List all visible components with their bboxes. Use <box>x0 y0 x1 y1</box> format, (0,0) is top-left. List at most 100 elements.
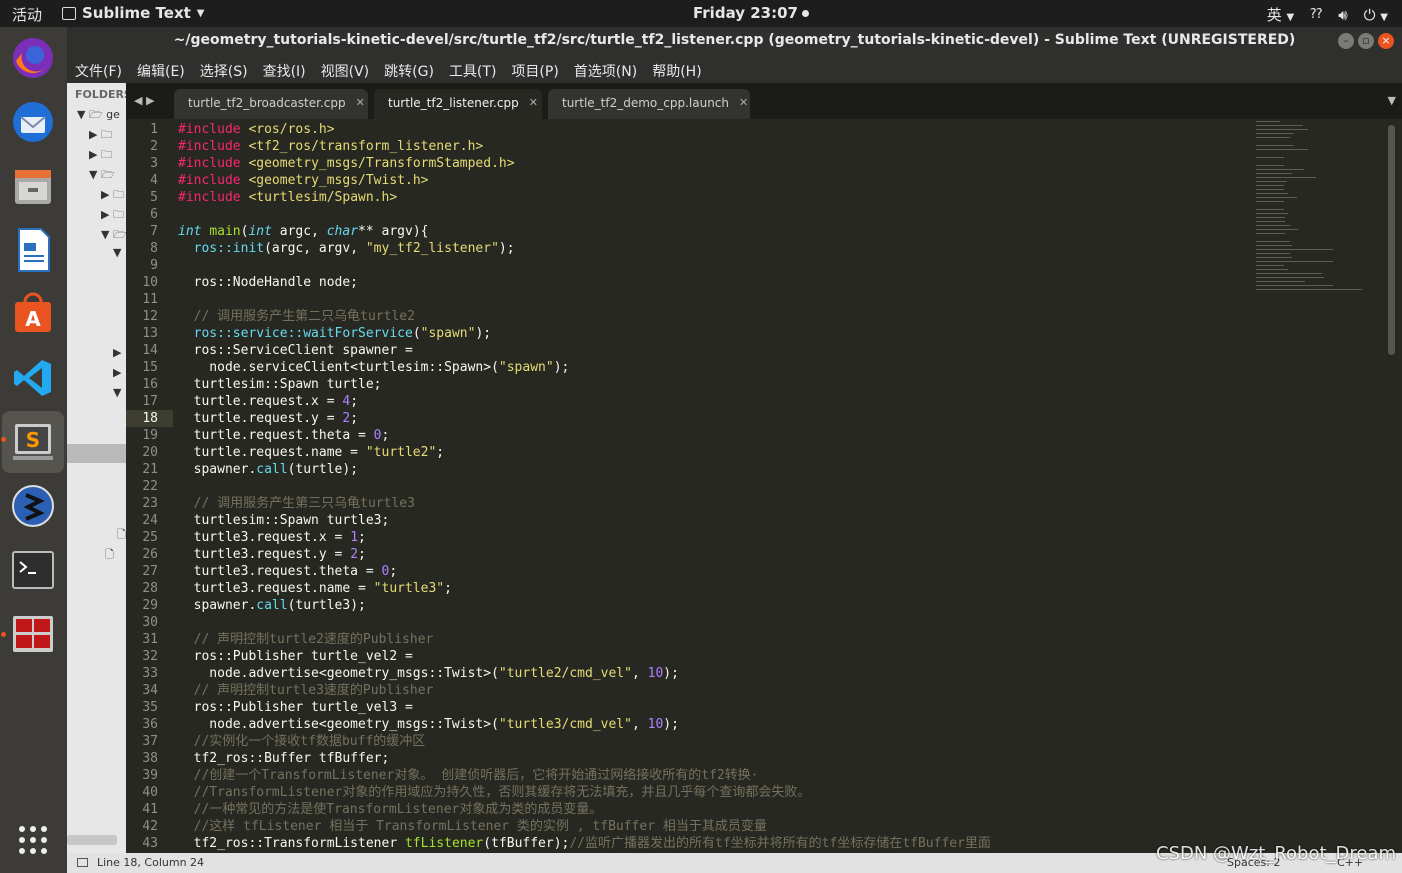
code-line[interactable]: node.serviceClient<turtlesim::Spawn>("sp… <box>178 359 569 376</box>
code-line[interactable]: ros::Publisher turtle_vel2 = <box>178 648 413 665</box>
code-line[interactable]: #include <ros/ros.h> <box>178 121 335 138</box>
code-line[interactable]: node.advertise<geometry_msgs::Twist>("tu… <box>178 716 679 733</box>
sidebar-folder[interactable]: ▼ <box>113 386 121 399</box>
file-icon[interactable]: 🗋 <box>117 526 126 545</box>
code-line[interactable]: turtle3.request.theta = 0; <box>178 563 398 580</box>
code-token: char <box>326 224 359 239</box>
code-line[interactable]: #include <geometry_msgs/Twist.h> <box>178 172 428 189</box>
file-icon[interactable]: 🗋 <box>105 546 114 565</box>
sidebar-folder[interactable]: ▶ 🗀 <box>101 186 124 205</box>
code-line[interactable]: turtle.request.x = 4; <box>178 393 358 410</box>
code-line[interactable]: #include <tf2_ros/transform_listener.h> <box>178 138 483 155</box>
sidebar-folder[interactable]: ▼ <box>113 246 121 259</box>
menu-help[interactable]: 帮助(H) <box>652 55 708 83</box>
code-line[interactable]: turtle3.request.y = 2; <box>178 546 366 563</box>
code-line[interactable]: //一种常见的方法是使TransformListener对象成为类的成员变量。 <box>178 801 603 818</box>
menu-tools[interactable]: 工具(T) <box>449 55 503 83</box>
code-line[interactable]: // 声明控制turtle2速度的Publisher <box>178 631 434 648</box>
minimap[interactable] <box>1256 121 1386 301</box>
close-icon[interactable]: ✕ <box>739 96 748 112</box>
sublime-text-dock-icon[interactable]: S <box>2 411 64 473</box>
minimize-button[interactable]: – <box>1338 33 1354 49</box>
code-line[interactable]: // 声明控制turtle3速度的Publisher <box>178 682 434 699</box>
sidebar-folder[interactable]: ▼ 🗁 <box>89 166 115 185</box>
code-line[interactable]: node.advertise<geometry_msgs::Twist>("tu… <box>178 665 679 682</box>
code-line[interactable]: ros::init(argc, argv, "my_tf2_listener")… <box>178 240 515 257</box>
activities-button[interactable]: 活动 <box>12 4 42 25</box>
code-line[interactable]: spawner.call(turtle); <box>178 461 358 478</box>
panel-toggle-icon[interactable] <box>77 858 88 867</box>
code-line[interactable]: turtle3.request.name = "turtle3"; <box>178 580 452 597</box>
terminator-icon[interactable] <box>8 609 58 659</box>
files-icon[interactable] <box>8 161 58 211</box>
remote-desktop-icon[interactable] <box>8 481 58 531</box>
code-line[interactable]: tf2_ros::Buffer tfBuffer; <box>178 750 390 767</box>
code-line[interactable]: //实例化一个接收tf数据buff的缓冲区 <box>178 733 426 750</box>
code-line[interactable]: tf2_ros::TransformListener tfListener(tf… <box>178 835 991 852</box>
code-line[interactable]: turtlesim::Spawn turtle; <box>178 376 382 393</box>
sidebar-item-root[interactable]: ▼ 🗁 ge <box>77 106 120 125</box>
menu-goto[interactable]: 跳转(G) <box>384 55 441 83</box>
maximize-button[interactable]: ▫ <box>1358 33 1374 49</box>
menu-selection[interactable]: 选择(S) <box>200 55 255 83</box>
code-line[interactable]: //这样 tfListener 相当于 TransformListener 类的… <box>178 818 767 835</box>
network-icon[interactable]: ⁇ <box>1310 7 1322 22</box>
menu-project[interactable]: 项目(P) <box>511 55 565 83</box>
sidebar-selected-item[interactable] <box>67 444 126 463</box>
app-menu[interactable]: Sublime Text ▼ <box>62 4 205 22</box>
code-line[interactable]: turtle3.request.x = 1; <box>178 529 366 546</box>
menu-find[interactable]: 查找(I) <box>263 55 313 83</box>
code-editor[interactable]: 1 2 3 4 5 6 7 8 9 10 11 12 13 14 15 16 17 18 19 20 21 22 23 24 2… <box>126 119 1402 853</box>
menu-file[interactable]: 文件(F) <box>75 55 129 83</box>
vscode-icon[interactable] <box>8 353 58 403</box>
menu-preferences[interactable]: 首选项(N) <box>574 55 644 83</box>
tab-broadcaster[interactable]: turtle_tf2_broadcaster.cpp ✕ <box>174 89 368 119</box>
sidebar-folder[interactable]: ▶ 🗀 <box>89 146 112 165</box>
code-line[interactable]: #include <turtlesim/Spawn.h> <box>178 189 397 206</box>
input-method-indicator[interactable]: 英 ▼ <box>1267 4 1295 25</box>
window-title-bar[interactable]: ~/geometry_tutorials-kinetic-devel/src/t… <box>67 27 1402 55</box>
code-line[interactable]: // 调用服务产生第三只乌龟turtle3 <box>178 495 415 512</box>
code-line[interactable]: //创建一个TransformListener对象。 创建侦听器后，它将开始通过… <box>178 767 759 784</box>
code-line[interactable]: #include <geometry_msgs/TransformStamped… <box>178 155 515 172</box>
sidebar-folder[interactable]: ▶ <box>113 366 121 379</box>
code-line[interactable]: turtle.request.name = "turtle2"; <box>178 444 444 461</box>
show-applications-icon[interactable] <box>8 815 58 865</box>
vertical-scrollbar[interactable] <box>1388 125 1395 355</box>
menu-edit[interactable]: 编辑(E) <box>137 55 192 83</box>
code-line[interactable]: turtlesim::Spawn turtle3; <box>178 512 390 529</box>
tab-launch[interactable]: turtle_tf2_demo_cpp.launch ✕ <box>548 89 750 119</box>
tab-nav-arrows[interactable]: ◀ ▶ <box>134 94 154 107</box>
code-line[interactable]: ros::ServiceClient spawner = <box>178 342 413 359</box>
tab-listener[interactable]: turtle_tf2_listener.cpp ✕ <box>374 89 542 119</box>
libreoffice-writer-icon[interactable] <box>8 225 58 275</box>
code-line[interactable]: int main(int argc, char** argv){ <box>178 223 429 240</box>
code-line[interactable]: ros::Publisher turtle_vel3 = <box>178 699 413 716</box>
close-icon[interactable]: ✕ <box>356 96 365 112</box>
code-line[interactable]: //TransformListener对象的作用域应为持久性，否则其缓存将无法填… <box>178 784 811 801</box>
code-line[interactable]: spawner.call(turtle3); <box>178 597 366 614</box>
power-icon[interactable]: ⏻ ▼ <box>1364 6 1388 24</box>
code-line[interactable]: // 调用服务产生第二只乌龟turtle2 <box>178 308 415 325</box>
terminal-icon[interactable] <box>8 545 58 595</box>
code-line[interactable]: turtle.request.y = 2; <box>178 410 358 427</box>
sidebar-scrollbar[interactable] <box>67 835 117 845</box>
sidebar-folder[interactable]: ▶ 🗀 <box>101 206 124 225</box>
code-line[interactable]: turtle.request.theta = 0; <box>178 427 390 444</box>
firefox-icon[interactable] <box>8 33 58 83</box>
line-number: 40 <box>142 785 158 800</box>
menu-view[interactable]: 视图(V) <box>321 55 377 83</box>
clock[interactable]: Friday 23:07 <box>693 4 809 22</box>
code-line[interactable]: ros::NodeHandle node; <box>178 274 358 291</box>
thunderbird-icon[interactable] <box>8 97 58 147</box>
volume-icon[interactable]: 🔊︎ <box>1338 6 1347 24</box>
tab-dropdown-icon[interactable]: ▼ <box>1388 94 1396 107</box>
close-icon[interactable]: ✕ <box>529 96 538 112</box>
sidebar-folder[interactable]: ▶ <box>113 346 121 359</box>
sidebar-folder[interactable]: ▶ 🗀 <box>89 126 112 145</box>
code-line[interactable]: ros::service::waitForService("spawn"); <box>178 325 491 342</box>
ubuntu-software-icon[interactable]: A <box>8 289 58 339</box>
close-button[interactable]: × <box>1378 33 1394 49</box>
sidebar-folder[interactable]: ▼ 🗁 <box>101 226 126 245</box>
